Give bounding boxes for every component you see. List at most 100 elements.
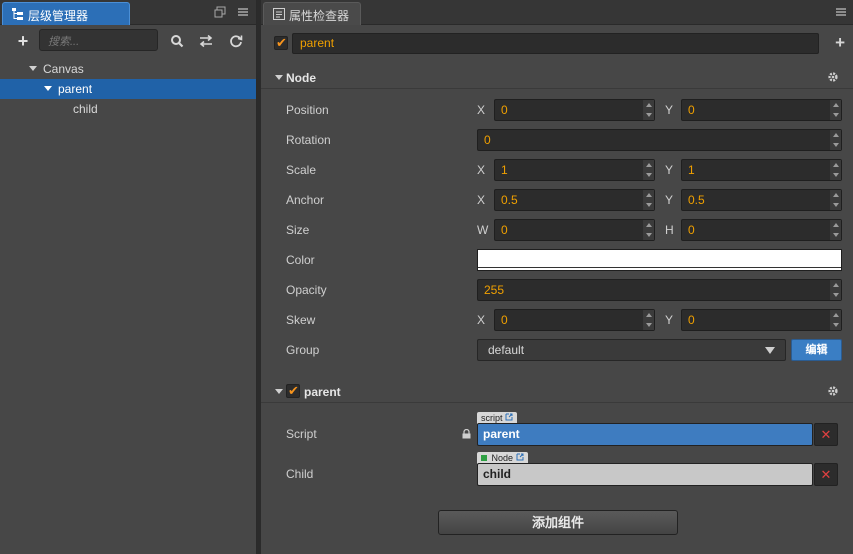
stepper-arrows-icon[interactable] xyxy=(643,100,654,120)
script-field[interactable]: parent xyxy=(477,423,813,446)
edit-group-button[interactable]: 编辑 xyxy=(791,339,842,361)
position-x-value: 0 xyxy=(501,103,508,117)
tab-inspector[interactable]: 属性检查器 xyxy=(263,2,361,25)
hierarchy-search-input[interactable]: 搜索... xyxy=(39,29,158,51)
position-x-input[interactable]: 0 xyxy=(494,99,655,121)
axis-label: X xyxy=(477,313,486,327)
node-section-header[interactable]: Node xyxy=(261,67,853,89)
anchor-x-input[interactable]: 0.5 xyxy=(494,189,655,211)
script-value: parent xyxy=(483,427,520,441)
node-name-value: parent xyxy=(300,36,335,50)
tree-node-label: Canvas xyxy=(43,62,84,76)
inspector-icon xyxy=(273,8,285,20)
gear-icon[interactable] xyxy=(827,71,839,83)
opacity-value: 255 xyxy=(484,283,505,297)
anchor-x-value: 0.5 xyxy=(501,193,518,207)
axis-label: H xyxy=(665,223,674,237)
size-w-input[interactable]: 0 xyxy=(494,219,655,241)
group-select[interactable]: default xyxy=(477,339,786,361)
prop-label: Size xyxy=(286,223,310,237)
axis-label: Y xyxy=(665,313,674,327)
add-component-plus-button[interactable]: + xyxy=(835,34,845,51)
tree-node-canvas[interactable]: Canvas xyxy=(0,59,256,79)
prop-label: Rotation xyxy=(286,133,331,147)
tree-node-label: parent xyxy=(58,82,93,96)
prop-label: Scale xyxy=(286,163,317,177)
prop-skew: Skew X 0 Y 0 xyxy=(261,308,853,332)
stepper-arrows-icon[interactable] xyxy=(830,220,841,240)
tab-hierarchy-label: 层级管理器 xyxy=(28,9,89,23)
collapse-arrow-icon[interactable] xyxy=(275,389,283,394)
component-enabled-checkbox[interactable]: ✔ xyxy=(286,383,300,398)
prop-label: Group xyxy=(286,343,320,357)
search-icon[interactable] xyxy=(170,34,184,48)
axis-label: Y xyxy=(665,163,674,177)
create-node-button[interactable]: + xyxy=(15,32,31,50)
inspector-tabbar: 属性检查器 xyxy=(261,0,853,25)
refresh-icon[interactable] xyxy=(229,34,243,48)
component-title: parent xyxy=(304,385,341,399)
child-node-field[interactable]: child xyxy=(477,463,813,486)
anchor-y-input[interactable]: 0.5 xyxy=(681,189,842,211)
tree-node-child[interactable]: child xyxy=(0,99,256,119)
axis-label: Y xyxy=(665,193,674,207)
stepper-arrows-icon[interactable] xyxy=(830,310,841,330)
opacity-input[interactable]: 255 xyxy=(477,279,842,301)
prop-label: Position xyxy=(286,103,329,117)
node-section-title: Node xyxy=(286,71,316,85)
scale-x-input[interactable]: 1 xyxy=(494,159,655,181)
inspector-panel: 属性检查器 ✔ parent + Node Position X 0 Y 0 R… xyxy=(261,0,853,554)
stepper-arrows-icon[interactable] xyxy=(830,190,841,210)
color-picker-swatch[interactable] xyxy=(477,249,842,271)
component-section-header[interactable]: ✔ parent xyxy=(261,381,853,403)
clear-script-button[interactable]: ✕ xyxy=(814,423,838,446)
stepper-arrows-icon[interactable] xyxy=(830,280,841,300)
expand-arrow-icon[interactable] xyxy=(29,66,37,71)
rotation-input[interactable]: 0 xyxy=(477,129,842,151)
stepper-arrows-icon[interactable] xyxy=(643,220,654,240)
scale-y-input[interactable]: 1 xyxy=(681,159,842,181)
prop-label: Color xyxy=(286,253,315,267)
add-component-button[interactable]: 添加组件 xyxy=(438,510,678,535)
skew-y-input[interactable]: 0 xyxy=(681,309,842,331)
tree-node-parent[interactable]: parent xyxy=(0,79,256,99)
stepper-arrows-icon[interactable] xyxy=(830,100,841,120)
lock-icon xyxy=(462,429,471,439)
stepper-arrows-icon[interactable] xyxy=(643,310,654,330)
gear-icon[interactable] xyxy=(827,385,839,397)
stepper-arrows-icon[interactable] xyxy=(643,190,654,210)
stepper-arrows-icon[interactable] xyxy=(830,160,841,180)
external-link-icon[interactable] xyxy=(516,453,524,461)
size-h-input[interactable]: 0 xyxy=(681,219,842,241)
maximize-icon[interactable] xyxy=(214,6,226,18)
collapse-arrow-icon[interactable] xyxy=(275,75,283,80)
prop-group: Group default 编辑 xyxy=(261,338,853,362)
position-y-input[interactable]: 0 xyxy=(681,99,842,121)
axis-label: W xyxy=(477,223,489,237)
swap-icon[interactable] xyxy=(199,34,213,48)
dropdown-arrow-icon xyxy=(765,347,775,354)
stepper-arrows-icon[interactable] xyxy=(643,160,654,180)
stepper-arrows-icon[interactable] xyxy=(830,130,841,150)
prop-position: Position X 0 Y 0 xyxy=(261,98,853,122)
node-type-icon xyxy=(481,455,487,461)
axis-label: X xyxy=(477,163,486,177)
skew-y-value: 0 xyxy=(688,313,695,327)
expand-arrow-icon[interactable] xyxy=(44,86,52,91)
panel-menu-icon[interactable] xyxy=(237,6,249,18)
axis-label: X xyxy=(477,103,486,117)
axis-label: Y xyxy=(665,103,674,117)
prop-label: Child xyxy=(286,467,314,481)
node-name-input[interactable]: parent xyxy=(292,33,819,54)
check-icon: ✔ xyxy=(288,383,299,398)
tab-hierarchy[interactable]: 层级管理器 xyxy=(2,2,130,25)
hierarchy-toolbar: + 搜索... xyxy=(0,26,256,56)
panel-menu-icon[interactable] xyxy=(835,6,847,18)
clear-child-button[interactable]: ✕ xyxy=(814,463,838,486)
prop-size: Size W 0 H 0 xyxy=(261,218,853,242)
scale-y-value: 1 xyxy=(688,163,695,177)
external-link-icon[interactable] xyxy=(505,413,513,421)
skew-x-input[interactable]: 0 xyxy=(494,309,655,331)
node-active-checkbox[interactable]: ✔ xyxy=(274,35,288,50)
prop-label: Anchor xyxy=(286,193,325,207)
